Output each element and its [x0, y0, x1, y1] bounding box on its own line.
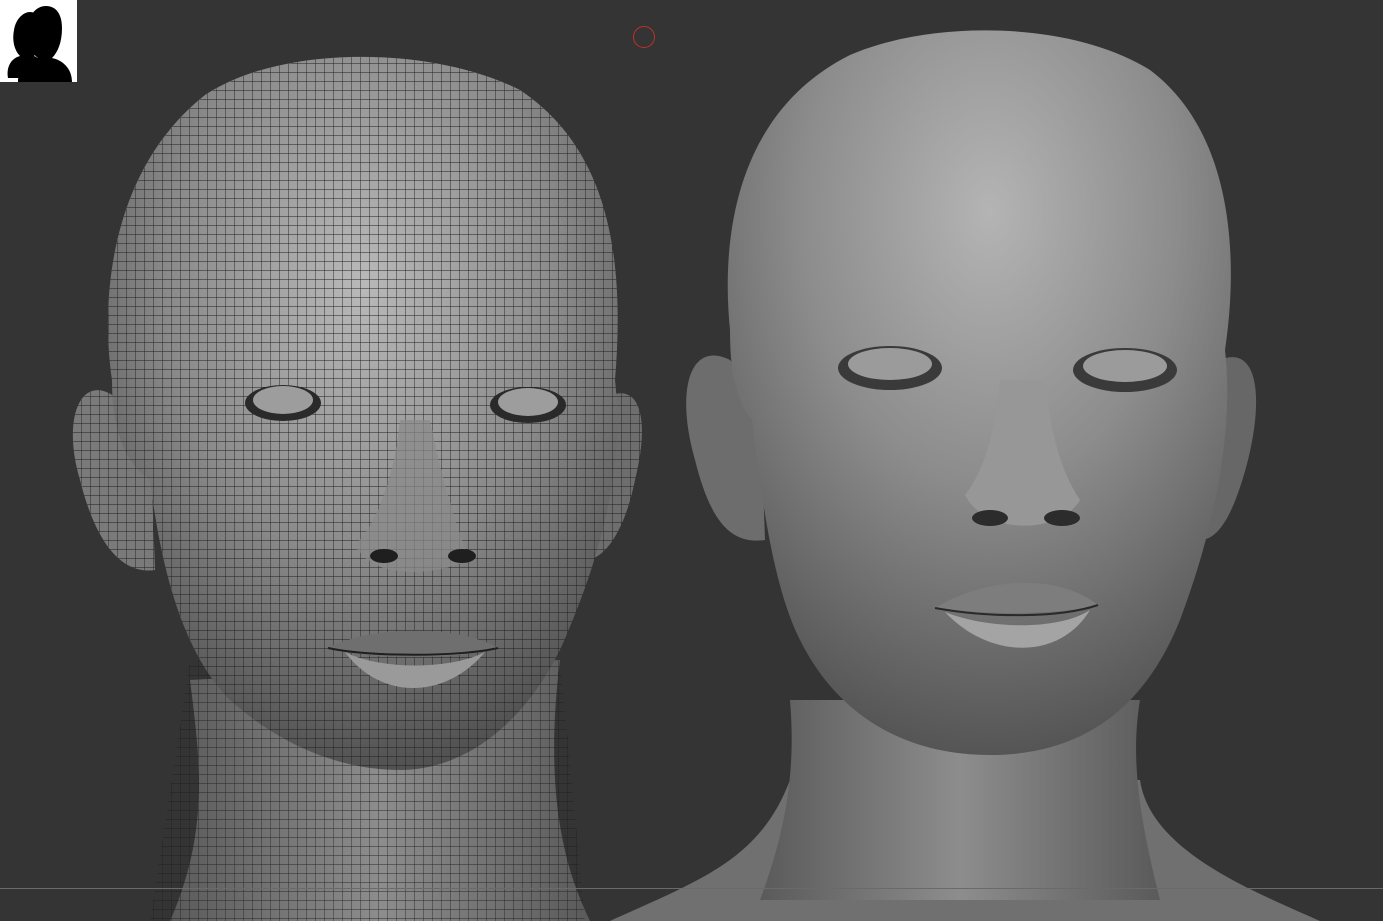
brush-cursor-icon: [633, 26, 655, 48]
scene-render: [72, 30, 1320, 921]
sculpted-head-model[interactable]: [610, 30, 1320, 921]
floor-grid-line: [0, 888, 1383, 889]
two-heads-silhouette-icon[interactable]: [0, 0, 77, 82]
wireframe-head-model[interactable]: [72, 40, 642, 921]
canvas-viewport[interactable]: [0, 0, 1383, 921]
